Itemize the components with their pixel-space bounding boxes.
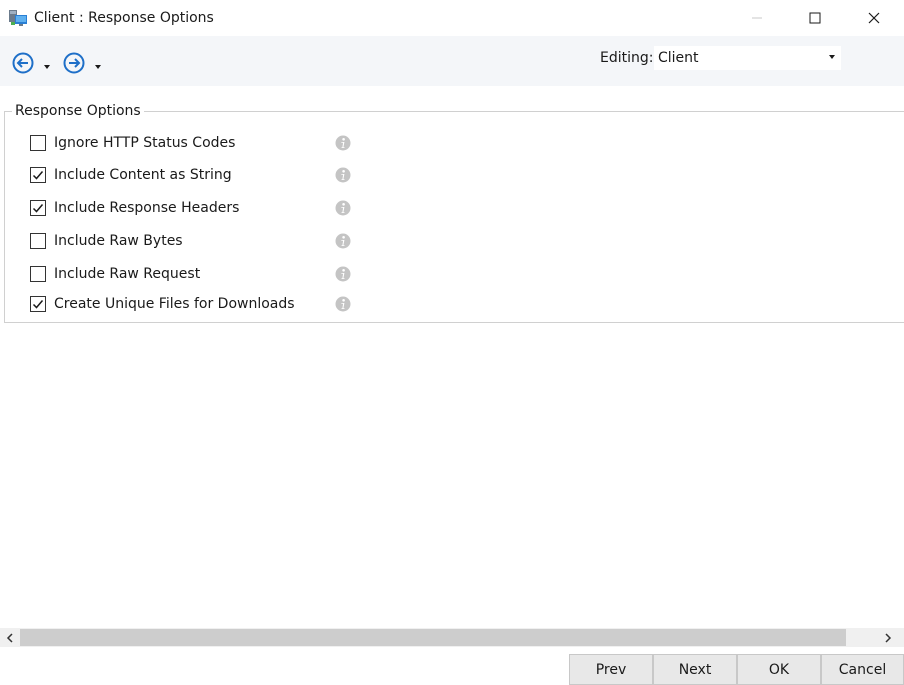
checkmark-icon <box>32 300 44 309</box>
option-row[interactable]: Include Raw Request <box>30 264 360 284</box>
checkmark-icon <box>32 204 44 213</box>
title-bar: Client : Response Options <box>0 0 904 36</box>
back-dropdown[interactable] <box>42 59 52 69</box>
info-icon[interactable] <box>335 200 351 216</box>
chevron-left-icon <box>6 632 13 643</box>
checkmark-icon <box>32 171 44 180</box>
option-row[interactable]: Include Response Headers <box>30 198 360 218</box>
back-button[interactable] <box>11 51 35 75</box>
maximize-button[interactable] <box>786 0 844 36</box>
app-icon <box>8 9 28 27</box>
option-row[interactable]: Ignore HTTP Status Codes <box>30 133 360 153</box>
option-checkbox[interactable] <box>30 233 46 249</box>
close-icon <box>868 12 880 24</box>
editing-value: Client <box>658 50 699 66</box>
option-row[interactable]: Include Raw Bytes <box>30 231 360 251</box>
option-label: Include Response Headers <box>54 200 240 216</box>
info-icon[interactable] <box>335 167 351 183</box>
chevron-right-icon <box>885 632 892 643</box>
option-label: Include Content as String <box>54 167 232 183</box>
window-title: Client : Response Options <box>34 10 214 26</box>
editing-select[interactable]: Client <box>654 46 841 70</box>
prev-button[interactable]: Prev <box>569 654 653 685</box>
forward-dropdown[interactable] <box>93 59 103 69</box>
next-button[interactable]: Next <box>653 654 737 685</box>
info-icon[interactable] <box>335 296 351 312</box>
option-label: Include Raw Bytes <box>54 233 183 249</box>
editing-label: Editing: <box>600 50 654 66</box>
option-checkbox[interactable] <box>30 135 46 151</box>
horizontal-scrollbar[interactable] <box>0 628 904 647</box>
toolbar: Editing: Client <box>0 36 904 86</box>
info-icon[interactable] <box>335 233 351 249</box>
scroll-thumb[interactable] <box>20 629 846 646</box>
forward-button[interactable] <box>62 51 86 75</box>
maximize-icon <box>809 12 821 24</box>
option-row[interactable]: Include Content as String <box>30 165 360 185</box>
minimize-button[interactable] <box>728 0 786 36</box>
option-row[interactable]: Create Unique Files for Downloads <box>30 294 360 314</box>
option-checkbox[interactable] <box>30 200 46 216</box>
arrow-left-circle-icon <box>12 52 34 74</box>
chevron-down-icon <box>829 55 835 59</box>
info-icon[interactable] <box>335 266 351 282</box>
cancel-button[interactable]: Cancel <box>821 654 904 685</box>
option-checkbox[interactable] <box>30 167 46 183</box>
scroll-right-button[interactable] <box>878 628 898 647</box>
option-label: Include Raw Request <box>54 266 201 282</box>
minimize-icon <box>752 17 762 19</box>
option-checkbox[interactable] <box>30 266 46 282</box>
option-label: Ignore HTTP Status Codes <box>54 135 236 151</box>
group-title: Response Options <box>12 101 144 121</box>
scroll-left-button[interactable] <box>0 628 20 647</box>
chevron-down-icon <box>44 65 50 69</box>
chevron-down-icon <box>95 65 101 69</box>
ok-button[interactable]: OK <box>737 654 821 685</box>
close-button[interactable] <box>845 0 903 36</box>
option-checkbox[interactable] <box>30 296 46 312</box>
info-icon[interactable] <box>335 135 351 151</box>
arrow-right-circle-icon <box>63 52 85 74</box>
option-label: Create Unique Files for Downloads <box>54 296 295 312</box>
